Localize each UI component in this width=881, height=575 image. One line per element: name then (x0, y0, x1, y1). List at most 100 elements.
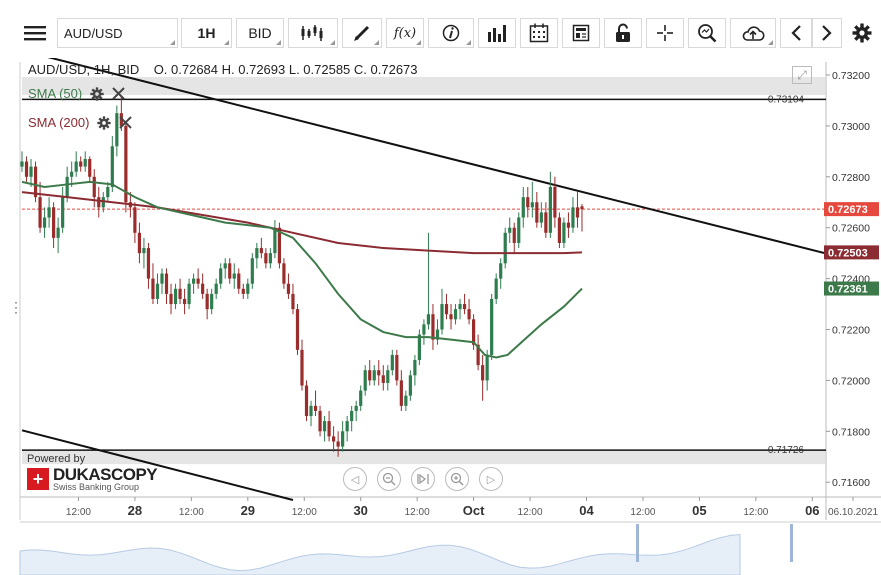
fit-icon (417, 473, 429, 485)
candle-body (160, 273, 164, 284)
volume-button[interactable] (478, 18, 516, 48)
chevron-right-icon (822, 25, 832, 41)
drag-handle-icon[interactable]: · · · (14, 296, 18, 318)
candle-body (110, 146, 114, 187)
candle-body (350, 410, 354, 422)
zoom-out-button[interactable] (377, 467, 401, 491)
candle-body (462, 304, 467, 310)
candle-body (381, 375, 385, 383)
news-button[interactable] (562, 18, 600, 48)
zoom-in-icon (450, 472, 464, 486)
navigator-handle-right (790, 524, 793, 562)
expand-icon[interactable]: ⤢ (792, 66, 812, 84)
candle-body (544, 212, 548, 233)
y-tick-label: 0.72200 (832, 325, 870, 337)
candle-body (413, 360, 417, 376)
level-band (22, 77, 826, 95)
crosshair-button[interactable] (646, 18, 684, 48)
chart-type-button[interactable] (288, 18, 338, 48)
price-chart[interactable]: 0.732000.730000.728000.726000.724000.722… (0, 58, 881, 575)
sma200-badge: 0.72503 (828, 247, 868, 259)
candle-body (155, 283, 160, 299)
candle-body (223, 263, 227, 269)
candle-body (354, 405, 358, 411)
menu-icon[interactable] (20, 18, 50, 48)
candle-body (210, 293, 214, 310)
candle-body (467, 309, 471, 320)
candle-body (557, 217, 562, 243)
candle-body (137, 232, 142, 254)
y-tick-label: 0.72600 (832, 223, 870, 235)
candle-body (363, 370, 367, 391)
candle-body (408, 375, 412, 396)
x-tick-label: 04 (579, 503, 594, 518)
x-tick-label: 12:00 (518, 507, 543, 518)
gear-icon[interactable] (97, 115, 112, 130)
candle-body (29, 166, 33, 177)
gear-icon (852, 23, 872, 43)
scroll-left-button[interactable] (780, 18, 812, 48)
candle-body (47, 207, 51, 218)
x-tick-label: 06 (805, 503, 819, 518)
upload-button[interactable] (730, 18, 776, 48)
candle-body (566, 222, 571, 228)
pan-right-button[interactable]: ▷ (479, 467, 503, 491)
side-select[interactable]: BID (236, 18, 284, 48)
candle-body (336, 441, 340, 447)
indicator-sma-50[interactable]: SMA (50) (28, 86, 125, 101)
x-tick-label: 29 (241, 503, 255, 518)
powered-by-label: Powered by (27, 453, 86, 465)
function-icon: f(x) (393, 25, 417, 41)
candle-body (453, 309, 458, 320)
candle-body (404, 395, 408, 406)
candle-body (83, 158, 87, 167)
gear-icon[interactable] (90, 86, 104, 101)
info-button[interactable] (428, 18, 474, 48)
indicator-sma-200[interactable]: SMA (200) (28, 115, 133, 130)
candle-body (395, 354, 399, 381)
candle-body (318, 410, 322, 432)
candle-body (169, 293, 173, 305)
info-icon (442, 24, 460, 42)
candle-body (341, 431, 345, 447)
swiss-cross-icon: + (27, 468, 49, 490)
scroll-right-button[interactable] (812, 18, 842, 48)
candle-body (74, 161, 78, 172)
close-icon[interactable] (119, 116, 133, 129)
candle-body (539, 212, 543, 223)
chevron-left-icon: ◁ (350, 473, 360, 486)
zoom-out-icon (382, 472, 396, 486)
close-icon[interactable] (112, 87, 125, 100)
candle-body (187, 283, 191, 305)
candle-body (300, 349, 304, 386)
zoom-button[interactable] (688, 18, 726, 48)
pan-left-button[interactable]: ◁ (343, 467, 367, 491)
candle-body (65, 176, 69, 198)
candle-body (219, 268, 223, 284)
y-tick-label: 0.71800 (832, 426, 870, 438)
crosshair-icon (657, 25, 673, 41)
candle-body (237, 273, 241, 289)
fit-button[interactable] (411, 467, 435, 491)
lock-button[interactable] (604, 18, 642, 48)
draw-tool-button[interactable] (342, 18, 382, 48)
candle-body (192, 278, 196, 284)
candle-body (255, 248, 259, 259)
timeframe-select[interactable]: 1H (181, 18, 232, 48)
candle-body (526, 197, 530, 208)
dukascopy-logo: + DUKASCOPY Swiss Banking Group (27, 466, 158, 492)
zoom-in-button[interactable] (445, 467, 469, 491)
candle-body (282, 263, 286, 284)
calendar-button[interactable] (520, 18, 558, 48)
candle-body (490, 298, 494, 355)
candle-body (322, 421, 327, 432)
x-tick-label: 12:00 (179, 507, 204, 518)
symbol-select[interactable]: AUD/USD (57, 18, 178, 48)
candle-body (386, 370, 390, 383)
candle-body (97, 197, 101, 208)
candle-body (201, 283, 205, 294)
functions-button[interactable]: f(x) (386, 18, 424, 48)
y-tick-label: 0.73000 (832, 121, 870, 133)
candle-body (431, 314, 435, 340)
settings-button[interactable] (849, 18, 875, 48)
